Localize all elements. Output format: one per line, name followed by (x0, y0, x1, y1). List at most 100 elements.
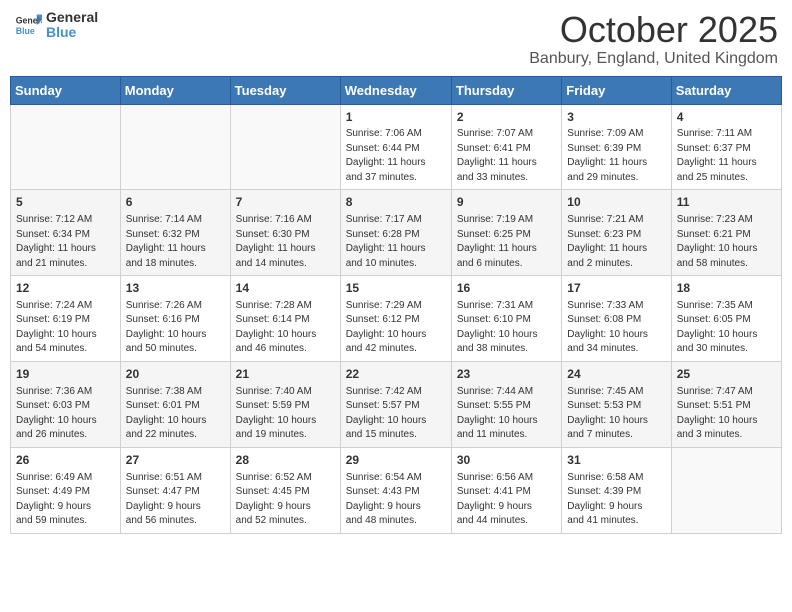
title-area: October 2025 Banbury, England, United Ki… (529, 10, 778, 68)
day-info: Sunrise: 6:56 AM Sunset: 4:41 PM Dayligh… (457, 471, 556, 529)
day-cell: 17 Sunrise: 7:33 AM Sunset: 6:08 PM Dayli… (562, 276, 671, 362)
day-info: Sunrise: 6:49 AM Sunset: 4:49 PM Dayligh… (16, 471, 115, 529)
col-header-monday: Monday (120, 76, 230, 104)
day-info: Sunrise: 7:31 AM Sunset: 6:10 PM Dayligh… (457, 299, 556, 357)
day-cell: 15 Sunrise: 7:29 AM Sunset: 6:12 PM Dayli… (340, 276, 451, 362)
day-cell: 2Sunrise: 7:07 AM Sunset: 6:41 PM Daylig… (451, 104, 561, 190)
svg-text:Blue: Blue (16, 26, 35, 36)
day-cell: 23Sunrise: 7:44 AM Sunset: 5:55 PM Dayli… (451, 361, 561, 447)
location-subtitle: Banbury, England, United Kingdom (529, 50, 778, 68)
day-number: 31 (567, 452, 665, 469)
day-info: Sunrise: 7:35 AM Sunset: 6:05 PM Dayligh… (677, 299, 776, 357)
day-info: Sunrise: 7:09 AM Sunset: 6:39 PM Dayligh… (567, 127, 665, 185)
day-cell: 30 Sunrise: 6:56 AM Sunset: 4:41 PM Dayli… (451, 447, 561, 533)
day-info: Sunrise: 7:07 AM Sunset: 6:41 PM Dayligh… (457, 127, 556, 185)
day-info: Sunrise: 7:19 AM Sunset: 6:25 PM Dayligh… (457, 213, 556, 271)
day-info: Sunrise: 7:26 AM Sunset: 6:16 PM Dayligh… (126, 299, 225, 357)
day-cell: 9 Sunrise: 7:19 AM Sunset: 6:25 PM Daylig… (451, 190, 561, 276)
header: General Blue General Blue October 2025 B… (10, 10, 782, 68)
day-number: 16 (457, 280, 556, 297)
day-cell: 7 Sunrise: 7:16 AM Sunset: 6:30 PM Daylig… (230, 190, 340, 276)
day-cell (671, 447, 781, 533)
month-title: October 2025 (529, 10, 778, 50)
day-number: 25 (677, 366, 776, 383)
day-cell: 22 Sunrise: 7:42 AM Sunset: 5:57 PM Dayli… (340, 361, 451, 447)
day-cell (230, 104, 340, 190)
day-info: Sunrise: 7:33 AM Sunset: 6:08 PM Dayligh… (567, 299, 665, 357)
col-header-tuesday: Tuesday (230, 76, 340, 104)
logo-blue: Blue (46, 25, 98, 40)
col-header-friday: Friday (562, 76, 671, 104)
day-cell: 12Sunrise: 7:24 AM Sunset: 6:19 PM Dayli… (11, 276, 121, 362)
day-number: 4 (677, 109, 776, 126)
day-number: 9 (457, 194, 556, 211)
day-cell: 5Sunrise: 7:12 AM Sunset: 6:34 PM Daylig… (11, 190, 121, 276)
day-cell: 3Sunrise: 7:09 AM Sunset: 6:39 PM Daylig… (562, 104, 671, 190)
day-cell: 21 Sunrise: 7:40 AM Sunset: 5:59 PM Dayli… (230, 361, 340, 447)
day-cell: 16 Sunrise: 7:31 AM Sunset: 6:10 PM Dayli… (451, 276, 561, 362)
day-info: Sunrise: 7:42 AM Sunset: 5:57 PM Dayligh… (346, 385, 446, 443)
day-number: 10 (567, 194, 665, 211)
day-cell: 31 Sunrise: 6:58 AM Sunset: 4:39 PM Dayli… (562, 447, 671, 533)
day-number: 23 (457, 366, 556, 383)
day-cell: 25 Sunrise: 7:47 AM Sunset: 5:51 PM Dayli… (671, 361, 781, 447)
day-info: Sunrise: 6:58 AM Sunset: 4:39 PM Dayligh… (567, 471, 665, 529)
col-header-thursday: Thursday (451, 76, 561, 104)
day-info: Sunrise: 7:28 AM Sunset: 6:14 PM Dayligh… (236, 299, 335, 357)
day-number: 18 (677, 280, 776, 297)
day-number: 5 (16, 194, 115, 211)
day-cell (11, 104, 121, 190)
col-header-sunday: Sunday (11, 76, 121, 104)
day-info: Sunrise: 6:51 AM Sunset: 4:47 PM Dayligh… (126, 471, 225, 529)
week-row-5: 26 Sunrise: 6:49 AM Sunset: 4:49 PM Dayli… (11, 447, 782, 533)
day-cell: 27Sunrise: 6:51 AM Sunset: 4:47 PM Dayli… (120, 447, 230, 533)
header-row: SundayMondayTuesdayWednesdayThursdayFrid… (11, 76, 782, 104)
day-cell: 8Sunrise: 7:17 AM Sunset: 6:28 PM Daylig… (340, 190, 451, 276)
day-cell: 20Sunrise: 7:38 AM Sunset: 6:01 PM Dayli… (120, 361, 230, 447)
day-number: 13 (126, 280, 225, 297)
day-number: 26 (16, 452, 115, 469)
day-number: 15 (346, 280, 446, 297)
day-info: Sunrise: 7:45 AM Sunset: 5:53 PM Dayligh… (567, 385, 665, 443)
logo-text: General Blue (46, 10, 98, 41)
day-info: Sunrise: 6:54 AM Sunset: 4:43 PM Dayligh… (346, 471, 446, 529)
day-number: 30 (457, 452, 556, 469)
day-cell: 24 Sunrise: 7:45 AM Sunset: 5:53 PM Dayli… (562, 361, 671, 447)
week-row-3: 12Sunrise: 7:24 AM Sunset: 6:19 PM Dayli… (11, 276, 782, 362)
day-info: Sunrise: 7:17 AM Sunset: 6:28 PM Dayligh… (346, 213, 446, 271)
day-number: 3 (567, 109, 665, 126)
day-info: Sunrise: 7:36 AM Sunset: 6:03 PM Dayligh… (16, 385, 115, 443)
logo-general: General (46, 10, 98, 25)
day-info: Sunrise: 7:24 AM Sunset: 6:19 PM Dayligh… (16, 299, 115, 357)
calendar-table: SundayMondayTuesdayWednesdayThursdayFrid… (10, 76, 782, 534)
day-info: Sunrise: 7:14 AM Sunset: 6:32 PM Dayligh… (126, 213, 225, 271)
day-cell: 1Sunrise: 7:06 AM Sunset: 6:44 PM Daylig… (340, 104, 451, 190)
day-number: 21 (236, 366, 335, 383)
day-info: Sunrise: 7:29 AM Sunset: 6:12 PM Dayligh… (346, 299, 446, 357)
day-number: 17 (567, 280, 665, 297)
day-cell: 28Sunrise: 6:52 AM Sunset: 4:45 PM Dayli… (230, 447, 340, 533)
day-number: 22 (346, 366, 446, 383)
logo: General Blue General Blue (14, 10, 98, 41)
day-cell: 10Sunrise: 7:21 AM Sunset: 6:23 PM Dayli… (562, 190, 671, 276)
day-cell: 26 Sunrise: 6:49 AM Sunset: 4:49 PM Dayli… (11, 447, 121, 533)
day-cell: 18 Sunrise: 7:35 AM Sunset: 6:05 PM Dayli… (671, 276, 781, 362)
day-number: 11 (677, 194, 776, 211)
day-number: 2 (457, 109, 556, 126)
day-cell: 13 Sunrise: 7:26 AM Sunset: 6:16 PM Dayli… (120, 276, 230, 362)
day-cell: 11Sunrise: 7:23 AM Sunset: 6:21 PM Dayli… (671, 190, 781, 276)
day-info: Sunrise: 7:11 AM Sunset: 6:37 PM Dayligh… (677, 127, 776, 185)
day-info: Sunrise: 7:40 AM Sunset: 5:59 PM Dayligh… (236, 385, 335, 443)
day-number: 20 (126, 366, 225, 383)
day-number: 24 (567, 366, 665, 383)
day-number: 7 (236, 194, 335, 211)
day-number: 28 (236, 452, 335, 469)
day-number: 19 (16, 366, 115, 383)
day-info: Sunrise: 7:47 AM Sunset: 5:51 PM Dayligh… (677, 385, 776, 443)
day-number: 29 (346, 452, 446, 469)
day-cell: 4Sunrise: 7:11 AM Sunset: 6:37 PM Daylig… (671, 104, 781, 190)
col-header-saturday: Saturday (671, 76, 781, 104)
day-cell: 6 Sunrise: 7:14 AM Sunset: 6:32 PM Daylig… (120, 190, 230, 276)
day-info: Sunrise: 7:16 AM Sunset: 6:30 PM Dayligh… (236, 213, 335, 271)
day-number: 6 (126, 194, 225, 211)
